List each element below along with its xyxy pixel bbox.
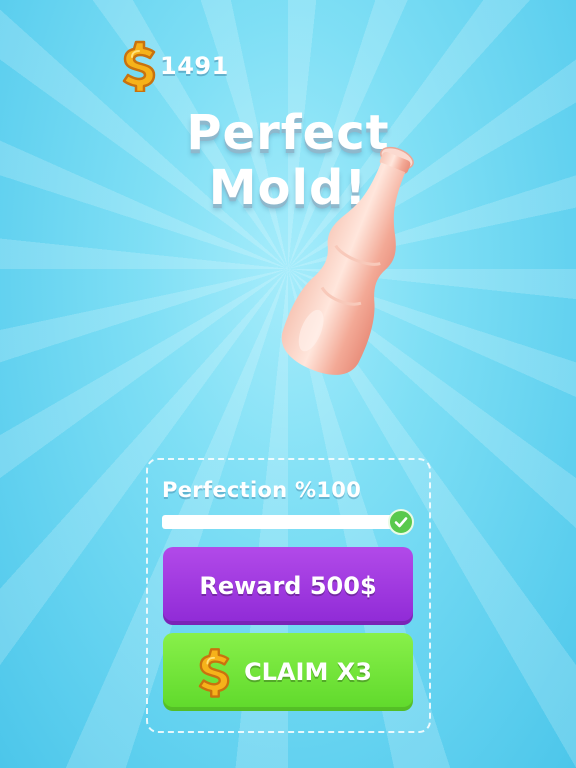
- perfection-progress-bar: [162, 515, 398, 529]
- dollar-coin-icon: [122, 40, 158, 94]
- check-icon: [388, 509, 414, 535]
- perfection-progress-fill: [162, 515, 398, 529]
- coin-counter: 1491: [122, 40, 229, 94]
- reward-button[interactable]: Reward 500$: [163, 547, 413, 625]
- perfection-label: Perfection %100: [162, 478, 362, 502]
- coin-count: 1491: [160, 52, 229, 80]
- dollar-coin-icon: [198, 645, 232, 699]
- molded-bottle: [270, 132, 440, 392]
- reward-button-label: Reward 500$: [199, 572, 377, 600]
- claim-x3-button[interactable]: CLAIM X3: [163, 633, 413, 711]
- claim-button-label: CLAIM X3: [244, 658, 372, 686]
